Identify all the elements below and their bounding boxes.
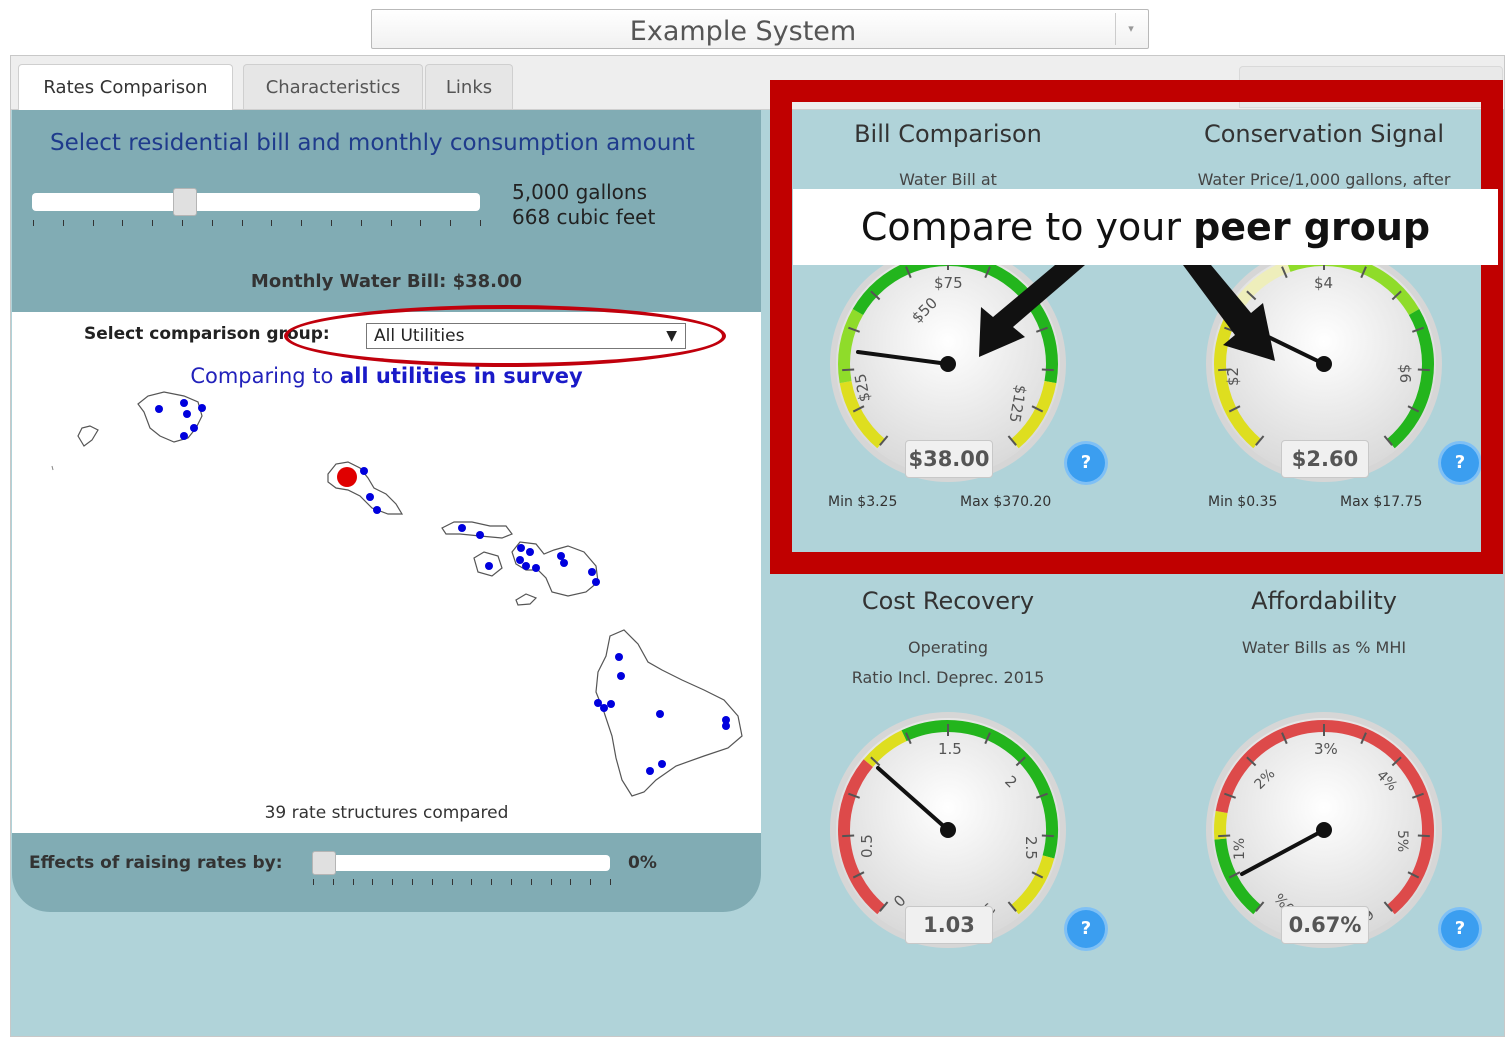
chevron-down-icon[interactable]: ▾ <box>1115 13 1146 45</box>
consumption-gallons: 5,000 gallons <box>512 180 648 204</box>
cost-recovery-subtitle-2: Ratio Incl. Deprec. 2015 <box>851 668 1045 687</box>
help-icon[interactable]: ? <box>1067 910 1105 948</box>
tick-label: 0.5 <box>858 834 876 858</box>
island-kahoolawe <box>515 593 538 606</box>
slider-tick <box>451 879 453 885</box>
arrow-right <box>1183 265 1275 361</box>
slider-tick <box>211 220 213 226</box>
slider-tick <box>431 879 433 885</box>
slider-tick <box>610 879 611 885</box>
cost-recovery-title: Cost Recovery <box>861 587 1035 615</box>
slider-tick <box>313 879 314 885</box>
slider-tick <box>182 220 183 226</box>
slider-tick <box>390 220 392 226</box>
gauge-tick <box>1417 834 1430 838</box>
system-select[interactable]: Example System ▾ <box>371 9 1149 49</box>
slider-tick <box>450 220 452 226</box>
slider-tick <box>62 220 64 226</box>
slider-tick <box>412 879 413 885</box>
island-kauai <box>137 391 203 443</box>
slider-tick <box>301 220 303 226</box>
effects-slider-handle[interactable] <box>312 851 336 875</box>
system-select-value: Example System <box>629 16 857 47</box>
left-panel-title: Select residential bill and monthly cons… <box>50 130 695 156</box>
highlight-oval <box>284 305 726 367</box>
slider-tick <box>550 879 552 885</box>
slider-tick <box>420 220 422 226</box>
hawaii-map <box>51 391 743 797</box>
effects-label: Effects of raising rates by: <box>29 853 283 873</box>
tick-label: 2.5 <box>1022 836 1040 860</box>
slider-tick <box>590 879 592 885</box>
help-icon[interactable]: ? <box>1441 910 1479 948</box>
annotation-arrows <box>979 265 1275 361</box>
slider-tick <box>570 879 572 885</box>
cost-recovery-value: 1.03 <box>905 906 993 944</box>
selected-utility-marker[interactable] <box>337 467 357 487</box>
slider-tick <box>530 879 532 885</box>
slider-tick <box>372 879 374 885</box>
tab-label: Characteristics <box>265 77 401 98</box>
slider-tick <box>92 220 94 226</box>
slider-tick <box>360 220 362 226</box>
tick-label: 1% <box>1232 838 1248 860</box>
consumption-slider[interactable] <box>32 193 480 211</box>
slider-tick <box>122 220 124 226</box>
slider-tick <box>352 879 354 885</box>
gauge-tick <box>1218 834 1231 838</box>
affordability-title: Affordability <box>1251 587 1397 615</box>
consumption-cubic-feet: 668 cubic feet <box>512 205 656 229</box>
cost-recovery-subtitle-1: Operating <box>908 638 988 657</box>
comparing-text: Comparing to all utilities in survey <box>12 364 761 388</box>
consumption-slider-handle[interactable] <box>172 188 197 216</box>
effects-value: 0% <box>628 853 657 873</box>
consumption-label: 5,000 gallons 668 cubic feet <box>512 180 655 230</box>
tab-characteristics[interactable]: Characteristics <box>243 64 423 109</box>
slider-tick <box>480 220 481 226</box>
island-niihau <box>77 425 99 447</box>
comparing-prefix: Comparing to <box>190 364 341 388</box>
slider-tick <box>471 879 473 885</box>
tab-rates-comparison[interactable]: Rates Comparison <box>18 64 233 110</box>
arrow-left <box>979 265 1085 357</box>
slider-tick <box>332 879 334 885</box>
peer-group-banner: Compare to your peer group <box>793 189 1498 265</box>
slider-tick <box>33 220 34 226</box>
gauge-tick <box>1041 834 1054 838</box>
banner-prefix: Compare to your <box>860 205 1194 249</box>
tab-links[interactable]: Links <box>425 64 513 109</box>
tick-label: 3% <box>1314 740 1338 758</box>
slider-tick <box>491 879 493 885</box>
rate-structures-count: 39 rate structures compared <box>264 803 509 823</box>
gauge-tick <box>842 834 855 838</box>
affordability-value: 0.67% <box>1281 906 1369 944</box>
tab-label: Links <box>445 77 493 98</box>
slider-tick <box>392 879 394 885</box>
tick-label: 1.5 <box>938 740 962 758</box>
comparing-group: all utilities in survey <box>340 364 583 388</box>
slider-tick <box>241 220 243 226</box>
slider-tick <box>152 220 154 226</box>
affordability-subtitle: Water Bills as % MHI <box>1241 638 1407 657</box>
slider-tick <box>511 879 512 885</box>
tab-label: Rates Comparison <box>43 77 208 98</box>
banner-bold: peer group <box>1193 205 1431 249</box>
slider-tick <box>331 220 332 226</box>
monthly-bill: Monthly Water Bill: $38.00 <box>250 271 523 292</box>
slider-tick <box>271 220 273 226</box>
effects-slider[interactable] <box>312 855 610 871</box>
tick-label: 5% <box>1394 830 1410 852</box>
